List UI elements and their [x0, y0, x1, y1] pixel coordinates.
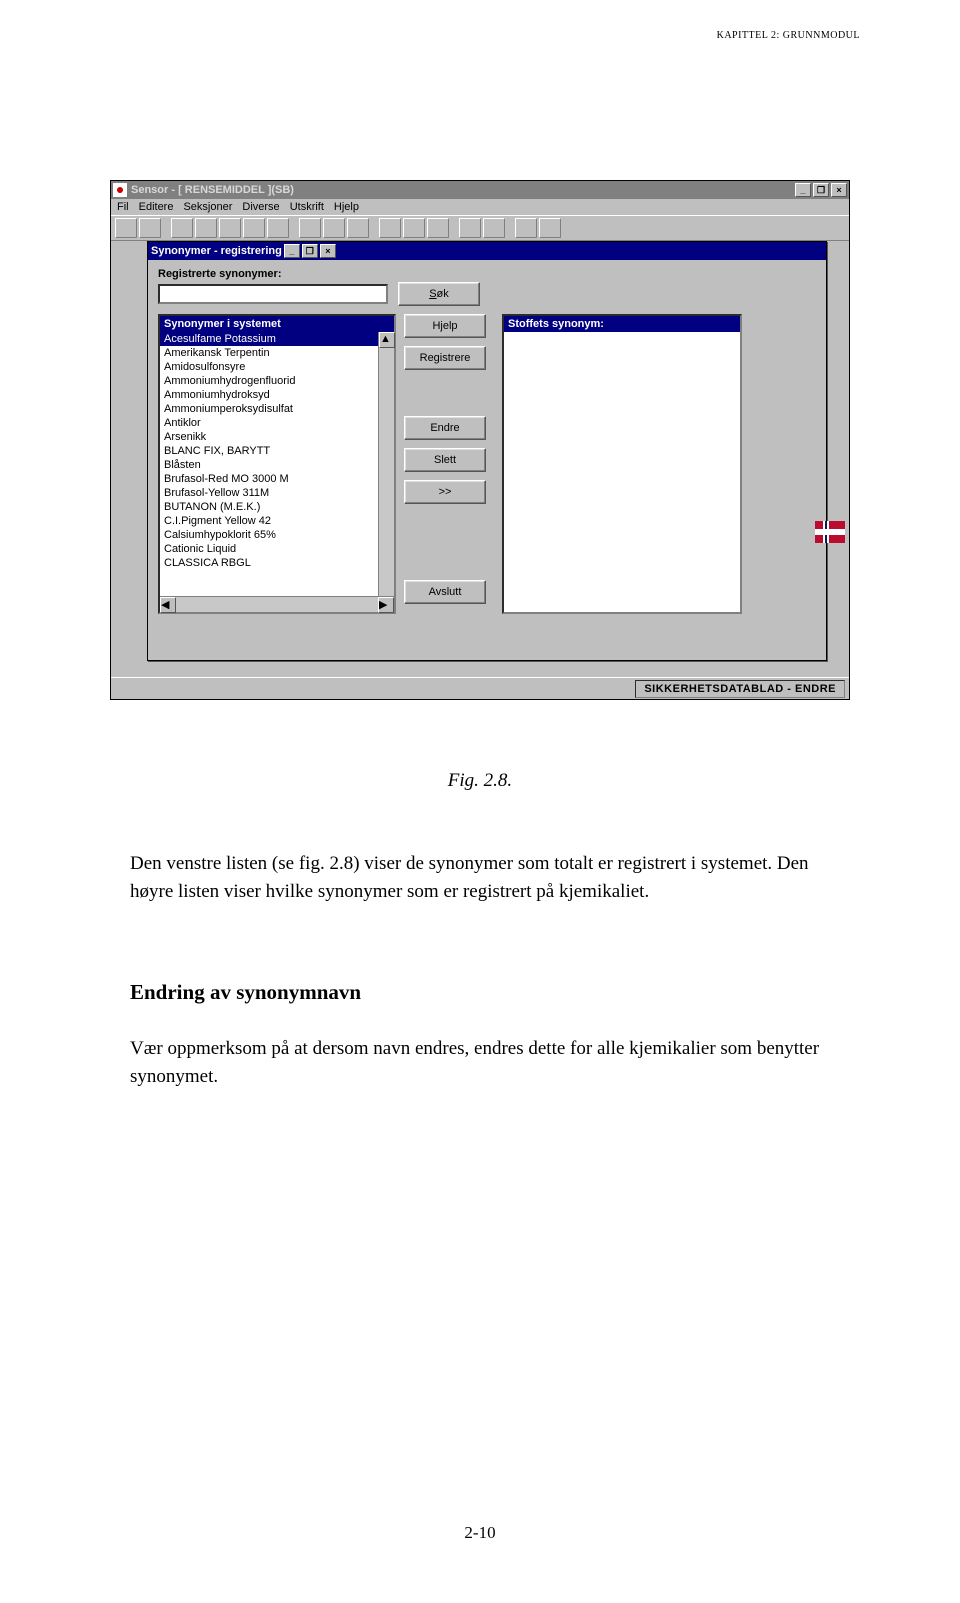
list-item[interactable]: Cationic Liquid	[160, 542, 378, 556]
list-item[interactable]: CLASSICA RBGL	[160, 556, 378, 570]
toolbar-button-11[interactable]	[379, 218, 401, 238]
menu-editere[interactable]: Editere	[139, 201, 174, 213]
menu-hjelp[interactable]: Hjelp	[334, 201, 359, 213]
scroll-right-icon[interactable]: ▶	[378, 597, 394, 613]
outer-window-title: Sensor - [ RENSEMIDDEL ](SB)	[131, 184, 294, 196]
dialog-close-button[interactable]: ×	[320, 244, 336, 258]
horizontal-scrollbar[interactable]: ◀ ▶	[160, 596, 394, 612]
substance-synonyms-listbox[interactable]: Stoffets synonym:	[502, 314, 742, 614]
toolbar-button-14[interactable]	[459, 218, 481, 238]
right-list-header: Stoffets synonym:	[504, 316, 740, 332]
menu-diverse[interactable]: Diverse	[242, 201, 279, 213]
norway-flag-icon	[815, 521, 845, 543]
toolbar-button-13[interactable]	[427, 218, 449, 238]
close-button[interactable]: ×	[831, 183, 847, 197]
scroll-left-icon[interactable]: ◀	[160, 597, 176, 613]
dialog-maximize-button[interactable]: ❐	[302, 244, 318, 258]
list-item[interactable]: Brufasol-Red MO 3000 M	[160, 472, 378, 486]
menubar: Fil Editere Seksjoner Diverse Utskrift H…	[111, 199, 849, 215]
toolbar-button-7[interactable]	[267, 218, 289, 238]
paragraph-1: Den venstre listen (se fig. 2.8) viser d…	[130, 850, 830, 905]
help-button[interactable]: Hjelp	[404, 314, 486, 338]
list-item[interactable]: Ammoniumhydroksyd	[160, 388, 378, 402]
list-item[interactable]: BUTANON (M.E.K.)	[160, 500, 378, 514]
toolbar-button-8[interactable]	[299, 218, 321, 238]
menu-fil[interactable]: Fil	[117, 201, 129, 213]
registered-synonyms-label: Registrerte synonymer:	[158, 268, 816, 280]
statusbar: SIKKERHETSDATABLAD - ENDRE	[111, 677, 849, 699]
maximize-button[interactable]: ❐	[813, 183, 829, 197]
synonym-dialog: Synonymer - registrering _ ❐ × Registrer…	[147, 241, 827, 661]
toolbar-button-10[interactable]	[347, 218, 369, 238]
list-item[interactable]: C.I.Pigment Yellow 42	[160, 514, 378, 528]
list-item[interactable]: Acesulfame Potassium	[160, 332, 378, 346]
toolbar-button-12[interactable]	[403, 218, 425, 238]
figure-caption: Fig. 2.8.	[0, 770, 960, 792]
menu-utskrift[interactable]: Utskrift	[290, 201, 324, 213]
toolbar-button-17[interactable]	[539, 218, 561, 238]
left-list-header: Synonymer i systemet	[160, 316, 394, 332]
toolbar	[111, 215, 849, 241]
vertical-scrollbar[interactable]: ▲	[378, 332, 394, 596]
list-item[interactable]: Calsiumhypoklorit 65%	[160, 528, 378, 542]
list-item[interactable]: Ammoniumhydrogenfluorid	[160, 374, 378, 388]
list-item[interactable]: Ammoniumperoksydisulfat	[160, 402, 378, 416]
toolbar-button-2[interactable]	[139, 218, 161, 238]
button-column: Hjelp Registrere Endre Slett >> Avslutt	[404, 314, 494, 614]
list-item[interactable]: Antiklor	[160, 416, 378, 430]
search-input[interactable]	[158, 284, 388, 304]
outer-app-window: Sensor - [ RENSEMIDDEL ](SB) _ ❐ × Fil E…	[110, 180, 850, 700]
edit-button[interactable]: Endre	[404, 416, 486, 440]
dialog-titlebar: Synonymer - registrering _ ❐ ×	[148, 242, 826, 260]
close-dialog-button[interactable]: Avslutt	[404, 580, 486, 604]
list-item[interactable]: Amidosulfonsyre	[160, 360, 378, 374]
register-button[interactable]: Registrere	[404, 346, 486, 370]
dialog-minimize-button[interactable]: _	[284, 244, 300, 258]
app-icon	[113, 183, 127, 197]
list-item[interactable]: Brufasol-Yellow 311M	[160, 486, 378, 500]
list-item[interactable]: Arsenikk	[160, 430, 378, 444]
toolbar-button-1[interactable]	[115, 218, 137, 238]
system-synonyms-listbox[interactable]: Synonymer i systemet Acesulfame Potassiu…	[158, 314, 396, 614]
toolbar-button-15[interactable]	[483, 218, 505, 238]
menu-seksjoner[interactable]: Seksjoner	[183, 201, 232, 213]
scroll-up-icon[interactable]: ▲	[379, 332, 395, 348]
list-item[interactable]: Blåsten	[160, 458, 378, 472]
toolbar-button-6[interactable]	[243, 218, 265, 238]
minimize-button[interactable]: _	[795, 183, 811, 197]
toolbar-button-3[interactable]	[171, 218, 193, 238]
dialog-title: Synonymer - registrering	[151, 245, 282, 257]
list-item[interactable]: BLANC FIX, BARYTT	[160, 444, 378, 458]
toolbar-button-9[interactable]	[323, 218, 345, 238]
toolbar-button-4[interactable]	[195, 218, 217, 238]
heading-endring-synonymnavn: Endring av synonymnavn	[130, 980, 361, 1005]
move-right-button[interactable]: >>	[404, 480, 486, 504]
page-number: 2-10	[0, 1523, 960, 1543]
paragraph-2: Vær oppmerksom på at dersom navn endres,…	[130, 1035, 830, 1090]
status-text: SIKKERHETSDATABLAD - ENDRE	[635, 680, 845, 698]
screenshot-figure: Sensor - [ RENSEMIDDEL ](SB) _ ❐ × Fil E…	[110, 180, 850, 720]
toolbar-button-5[interactable]	[219, 218, 241, 238]
search-button[interactable]: Søk	[398, 282, 480, 306]
toolbar-button-16[interactable]	[515, 218, 537, 238]
chapter-header: KAPITTEL 2: GRUNNMODUL	[717, 30, 860, 41]
delete-button[interactable]: Slett	[404, 448, 486, 472]
list-item[interactable]: Amerikansk Terpentin	[160, 346, 378, 360]
outer-titlebar: Sensor - [ RENSEMIDDEL ](SB) _ ❐ ×	[111, 181, 849, 199]
